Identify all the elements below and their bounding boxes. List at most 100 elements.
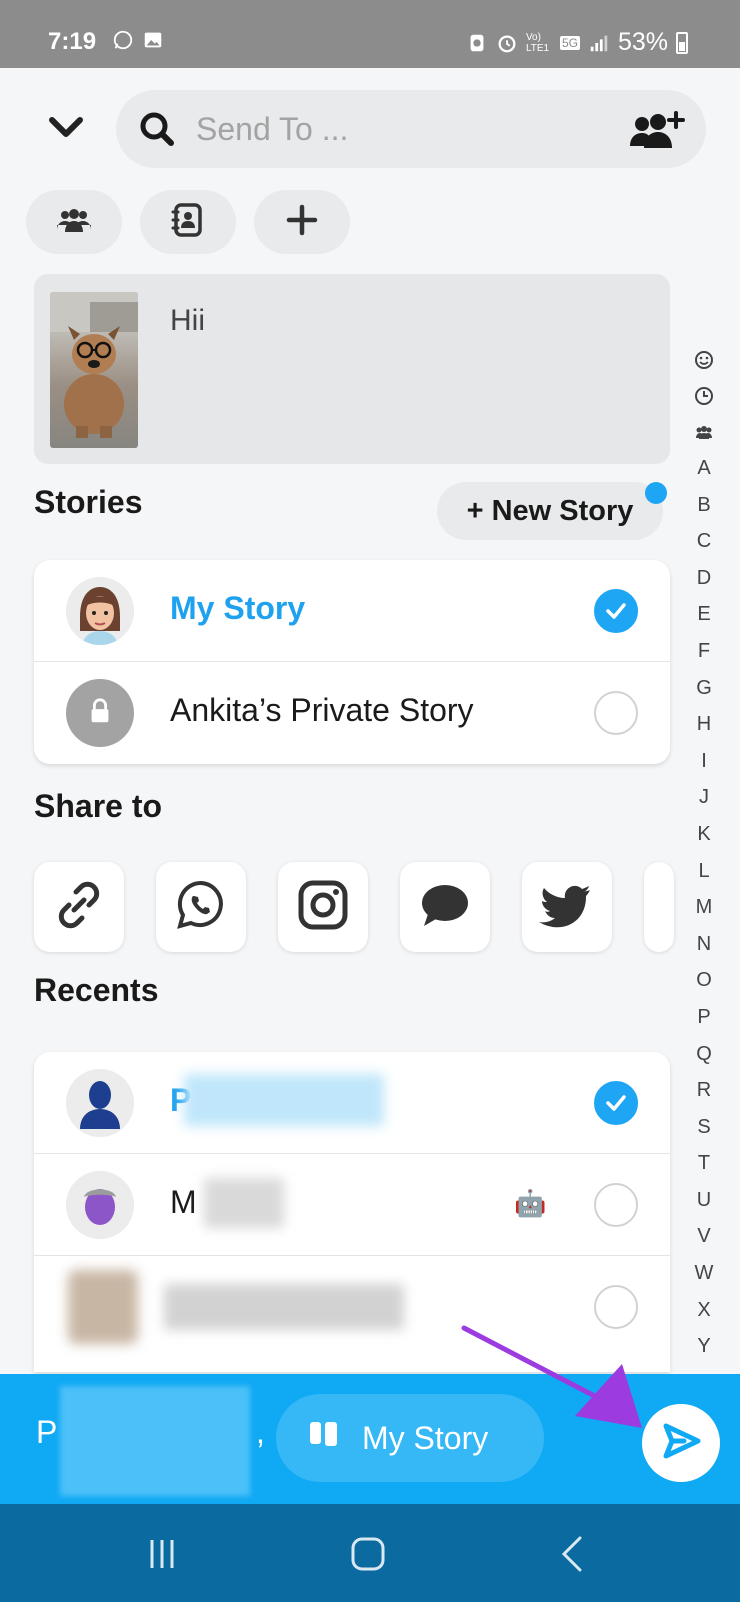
index-letter-j[interactable]: J (686, 779, 722, 816)
recent-row[interactable]: P (34, 1052, 670, 1154)
share-whatsapp-button[interactable] (156, 862, 246, 952)
recent-name: M (170, 1184, 197, 1220)
bitmoji-avatar (66, 577, 134, 645)
lock-icon (86, 697, 114, 730)
emoji-icon[interactable] (686, 342, 722, 378)
snap-preview-card: Hii (34, 274, 670, 464)
selected-check-icon[interactable] (594, 589, 638, 633)
share-more-button[interactable] (644, 862, 674, 952)
story-row-my-story[interactable]: My Story (34, 560, 670, 662)
volte-label: Vo) LTE1 (525, 31, 550, 54)
contacts-chip[interactable] (140, 190, 236, 254)
group-icon (56, 202, 92, 243)
index-letter-g[interactable]: G (686, 670, 722, 707)
group-icon[interactable] (686, 414, 722, 450)
story-label: My Story (170, 590, 306, 626)
share-to-title: Share to (34, 788, 163, 824)
recent-row[interactable]: M 🤖 (34, 1154, 670, 1256)
index-letter-n[interactable]: N (686, 926, 722, 963)
selected-check-icon[interactable] (594, 1081, 638, 1125)
index-letter-q[interactable]: Q (686, 1036, 722, 1073)
instagram-icon (294, 876, 352, 939)
recipient-separator: , (256, 1414, 265, 1450)
recipient-initial: P (36, 1414, 58, 1450)
unselected-check-icon[interactable] (594, 691, 638, 735)
lock-avatar (66, 679, 134, 747)
status-bar: 7:19 Vo) LTE1 5G 53% (0, 0, 740, 68)
index-letter-w[interactable]: W (686, 1255, 722, 1292)
story-row-private-story[interactable]: Ankita’s Private Story (34, 662, 670, 764)
share-link-button[interactable] (34, 862, 124, 952)
whatsapp-icon (172, 876, 230, 939)
unselected-check-icon[interactable] (594, 1285, 638, 1329)
index-letter-x[interactable]: X (686, 1292, 722, 1329)
index-letter-y[interactable]: Y (686, 1328, 722, 1365)
index-letter-t[interactable]: T (686, 1145, 722, 1182)
index-letter-v[interactable]: V (686, 1218, 722, 1255)
clock-icon[interactable] (686, 378, 722, 414)
redacted-avatar (68, 1270, 138, 1344)
bitmoji-avatar (66, 1171, 134, 1239)
index-letter-f[interactable]: F (686, 633, 722, 670)
recent-apps-icon[interactable] (140, 1532, 184, 1576)
index-letter-o[interactable]: O (686, 962, 722, 999)
back-icon[interactable] (552, 1532, 596, 1576)
network-label: 5G (559, 35, 580, 50)
gallery-notification-icon (142, 29, 164, 51)
notification-dot (645, 482, 667, 504)
index-letter-l[interactable]: L (686, 853, 722, 890)
share-twitter-button[interactable] (522, 862, 612, 952)
alphabet-letters: ABCDEFGHIJKLMNOPQRSTUVWXY (686, 450, 722, 1365)
new-story-button[interactable]: + New Story (437, 482, 667, 540)
android-nav-bar (0, 1504, 740, 1602)
messages-icon (416, 876, 474, 939)
redacted-name (164, 1284, 404, 1330)
recents-title: Recents (34, 972, 159, 1008)
snap-caption: Hii (170, 304, 205, 337)
share-messages-button[interactable] (400, 862, 490, 952)
alphabet-index[interactable]: ABCDEFGHIJKLMNOPQRSTUVWXY (686, 342, 722, 1365)
status-time: 7:19 (48, 28, 97, 55)
index-letter-b[interactable]: B (686, 487, 722, 524)
whatsapp-notification-icon (112, 29, 134, 51)
groups-chip[interactable] (26, 190, 122, 254)
chevron-down-icon[interactable] (44, 106, 88, 150)
unselected-check-icon[interactable] (594, 1183, 638, 1227)
annotation-arrow-icon (461, 1325, 642, 1428)
alarm-icon (496, 32, 518, 54)
plus-icon (284, 202, 320, 243)
index-letter-m[interactable]: M (686, 889, 722, 926)
twitter-icon (538, 876, 596, 939)
index-letter-d[interactable]: D (686, 560, 722, 597)
index-letter-p[interactable]: P (686, 999, 722, 1036)
redacted-name (184, 1074, 384, 1126)
index-letter-r[interactable]: R (686, 1072, 722, 1109)
snap-thumbnail[interactable] (50, 292, 138, 448)
search-input[interactable] (196, 102, 596, 156)
index-letter-k[interactable]: K (686, 816, 722, 853)
default-avatar (66, 1069, 134, 1137)
search-bar[interactable] (116, 90, 706, 168)
top-bar (0, 88, 740, 168)
index-letter-u[interactable]: U (686, 1182, 722, 1219)
send-button[interactable] (642, 1404, 720, 1482)
contact-book-icon (170, 202, 206, 243)
index-letter-h[interactable]: H (686, 706, 722, 743)
new-group-chip[interactable] (254, 190, 350, 254)
redacted-recipient (60, 1386, 250, 1496)
index-letter-a[interactable]: A (686, 450, 722, 487)
story-label: Ankita’s Private Story (170, 692, 474, 728)
bot-badge-icon: 🤖 (514, 1188, 547, 1218)
index-letter-e[interactable]: E (686, 596, 722, 633)
share-instagram-button[interactable] (278, 862, 368, 952)
search-icon (138, 110, 176, 148)
signal-icon (588, 32, 610, 54)
send-arrow-icon (660, 1420, 702, 1467)
index-letter-c[interactable]: C (686, 523, 722, 560)
home-icon[interactable] (346, 1532, 390, 1576)
index-letter-i[interactable]: I (686, 743, 722, 780)
add-friends-icon[interactable] (628, 110, 686, 150)
stories-title: Stories (34, 484, 143, 520)
index-letter-s[interactable]: S (686, 1109, 722, 1146)
new-story-label: + New Story (466, 494, 634, 527)
